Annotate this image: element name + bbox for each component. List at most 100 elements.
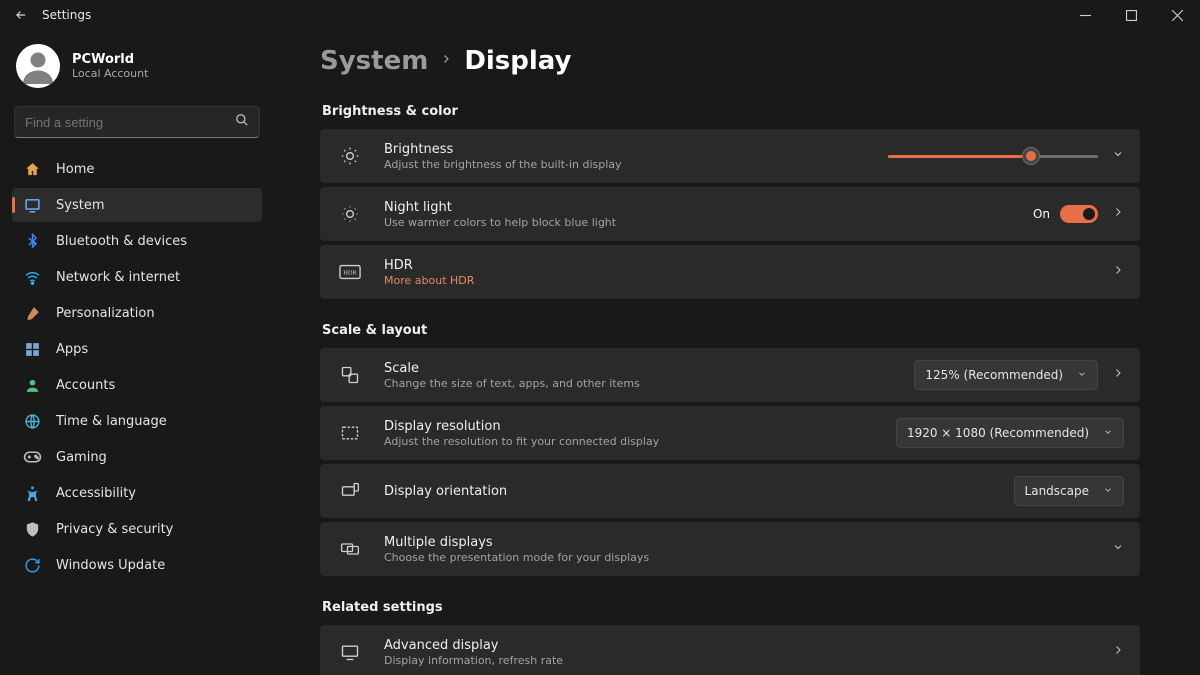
sidebar-item-apps[interactable]: Apps: [12, 332, 262, 366]
resolution-row[interactable]: Display resolution Adjust the resolution…: [320, 406, 1140, 460]
user-sub: Local Account: [72, 67, 148, 80]
sidebar-item-label: Gaming: [56, 450, 107, 465]
advanced-title: Advanced display: [384, 638, 1092, 653]
multiple-sub: Choose the presentation mode for your di…: [384, 551, 1092, 564]
maximize-button[interactable]: [1108, 0, 1154, 30]
scale-sub: Change the size of text, apps, and other…: [384, 377, 894, 390]
wifi-icon: [22, 269, 42, 286]
night-light-icon: [336, 204, 364, 224]
sidebar-item-accounts[interactable]: Accounts: [12, 368, 262, 402]
sidebar-item-home[interactable]: Home: [12, 152, 262, 186]
sidebar-item-privacy-security[interactable]: Privacy & security: [12, 512, 262, 546]
bluetooth-icon: [22, 233, 42, 250]
multiple-title: Multiple displays: [384, 535, 1092, 550]
chevron-down-icon: [1103, 427, 1113, 440]
search-icon: [235, 113, 249, 131]
brightness-sub: Adjust the brightness of the built-in di…: [384, 158, 868, 171]
person-icon: [22, 377, 42, 394]
orientation-row[interactable]: Display orientation Landscape: [320, 464, 1140, 518]
shield-icon: [22, 521, 42, 538]
brush-icon: [22, 305, 42, 322]
sidebar-item-label: Bluetooth & devices: [56, 234, 187, 249]
sidebar-item-windows-update[interactable]: Windows Update: [12, 548, 262, 582]
search-box[interactable]: [14, 106, 260, 138]
monitor-icon: [336, 642, 364, 662]
chevron-right-icon[interactable]: [1112, 206, 1124, 222]
chevron-down-icon[interactable]: [1112, 541, 1124, 557]
sidebar-item-accessibility[interactable]: Accessibility: [12, 476, 262, 510]
minimize-button[interactable]: [1062, 0, 1108, 30]
sidebar-item-label: Accounts: [56, 378, 115, 393]
advanced-display-row[interactable]: Advanced display Display information, re…: [320, 625, 1140, 675]
sidebar-item-label: System: [56, 198, 104, 213]
section-related-title: Related settings: [322, 600, 1140, 615]
chevron-down-icon: [1077, 369, 1087, 382]
orientation-dropdown[interactable]: Landscape: [1014, 476, 1124, 506]
close-button[interactable]: [1154, 0, 1200, 30]
sidebar-item-gaming[interactable]: Gaming: [12, 440, 262, 474]
scale-row[interactable]: Scale Change the size of text, apps, and…: [320, 348, 1140, 402]
sidebar-item-personalization[interactable]: Personalization: [12, 296, 262, 330]
sidebar-item-network-internet[interactable]: Network & internet: [12, 260, 262, 294]
resolution-sub: Adjust the resolution to fit your connec…: [384, 435, 876, 448]
nightlight-sub: Use warmer colors to help block blue lig…: [384, 216, 1013, 229]
hdr-link[interactable]: More about HDR: [384, 274, 1092, 287]
home-icon: [22, 161, 42, 178]
nightlight-title: Night light: [384, 200, 1013, 215]
scale-dropdown[interactable]: 125% (Recommended): [914, 360, 1098, 390]
orientation-title: Display orientation: [384, 484, 994, 499]
chevron-down-icon[interactable]: [1112, 148, 1124, 164]
sidebar-item-time-language[interactable]: Time & language: [12, 404, 262, 438]
advanced-sub: Display information, refresh rate: [384, 654, 1092, 667]
multiple-displays-row[interactable]: Multiple displays Choose the presentatio…: [320, 522, 1140, 576]
orientation-icon: [336, 481, 364, 501]
apps-icon: [22, 341, 42, 358]
main-pane: System Display Brightness & color Bright…: [280, 30, 1200, 675]
avatar: [16, 44, 60, 88]
sidebar-item-label: Accessibility: [56, 486, 136, 501]
sidebar-item-label: Windows Update: [56, 558, 165, 573]
svg-text:HDR: HDR: [343, 270, 357, 277]
hdr-row[interactable]: HDR HDR More about HDR: [320, 245, 1140, 299]
nightlight-state: On: [1033, 207, 1050, 221]
chevron-down-icon: [1103, 485, 1113, 498]
chevron-right-icon[interactable]: [1112, 644, 1124, 660]
sidebar-item-label: Network & internet: [56, 270, 180, 285]
brightness-row[interactable]: Brightness Adjust the brightness of the …: [320, 129, 1140, 183]
brightness-slider[interactable]: [888, 149, 1098, 163]
brightness-title: Brightness: [384, 142, 868, 157]
titlebar: Settings: [0, 0, 1200, 30]
nightlight-row[interactable]: Night light Use warmer colors to help bl…: [320, 187, 1140, 241]
sidebar-item-system[interactable]: System: [12, 188, 262, 222]
window-title: Settings: [42, 8, 91, 22]
section-scale-title: Scale & layout: [322, 323, 1140, 338]
chevron-right-icon[interactable]: [1112, 264, 1124, 280]
sidebar: PCWorld Local Account Home System Bluetoot…: [0, 30, 280, 675]
resolution-title: Display resolution: [384, 419, 876, 434]
multiple-displays-icon: [336, 539, 364, 559]
user-block[interactable]: PCWorld Local Account: [12, 38, 262, 102]
search-input[interactable]: [25, 115, 235, 130]
gamepad-icon: [22, 450, 42, 464]
chevron-right-icon[interactable]: [1112, 367, 1124, 383]
system-icon: [22, 197, 42, 214]
breadcrumb: System Display: [320, 46, 1140, 76]
resolution-dropdown[interactable]: 1920 × 1080 (Recommended): [896, 418, 1124, 448]
resolution-value: 1920 × 1080 (Recommended): [907, 426, 1089, 440]
scale-value: 125% (Recommended): [925, 368, 1063, 382]
hdr-icon: HDR: [336, 264, 364, 280]
breadcrumb-parent[interactable]: System: [320, 46, 428, 76]
nightlight-toggle[interactable]: [1060, 205, 1098, 223]
user-name: PCWorld: [72, 52, 148, 67]
back-button[interactable]: [6, 8, 36, 22]
nav-list: Home System Bluetooth & devices Network & i…: [12, 152, 262, 582]
sidebar-item-label: Apps: [56, 342, 88, 357]
section-brightness-title: Brightness & color: [322, 104, 1140, 119]
chevron-right-icon: [440, 53, 452, 69]
hdr-title: HDR: [384, 258, 1092, 273]
accessibility-icon: [22, 485, 42, 502]
orientation-value: Landscape: [1025, 484, 1089, 498]
scale-icon: [336, 365, 364, 385]
resolution-icon: [336, 423, 364, 443]
sidebar-item-bluetooth-devices[interactable]: Bluetooth & devices: [12, 224, 262, 258]
